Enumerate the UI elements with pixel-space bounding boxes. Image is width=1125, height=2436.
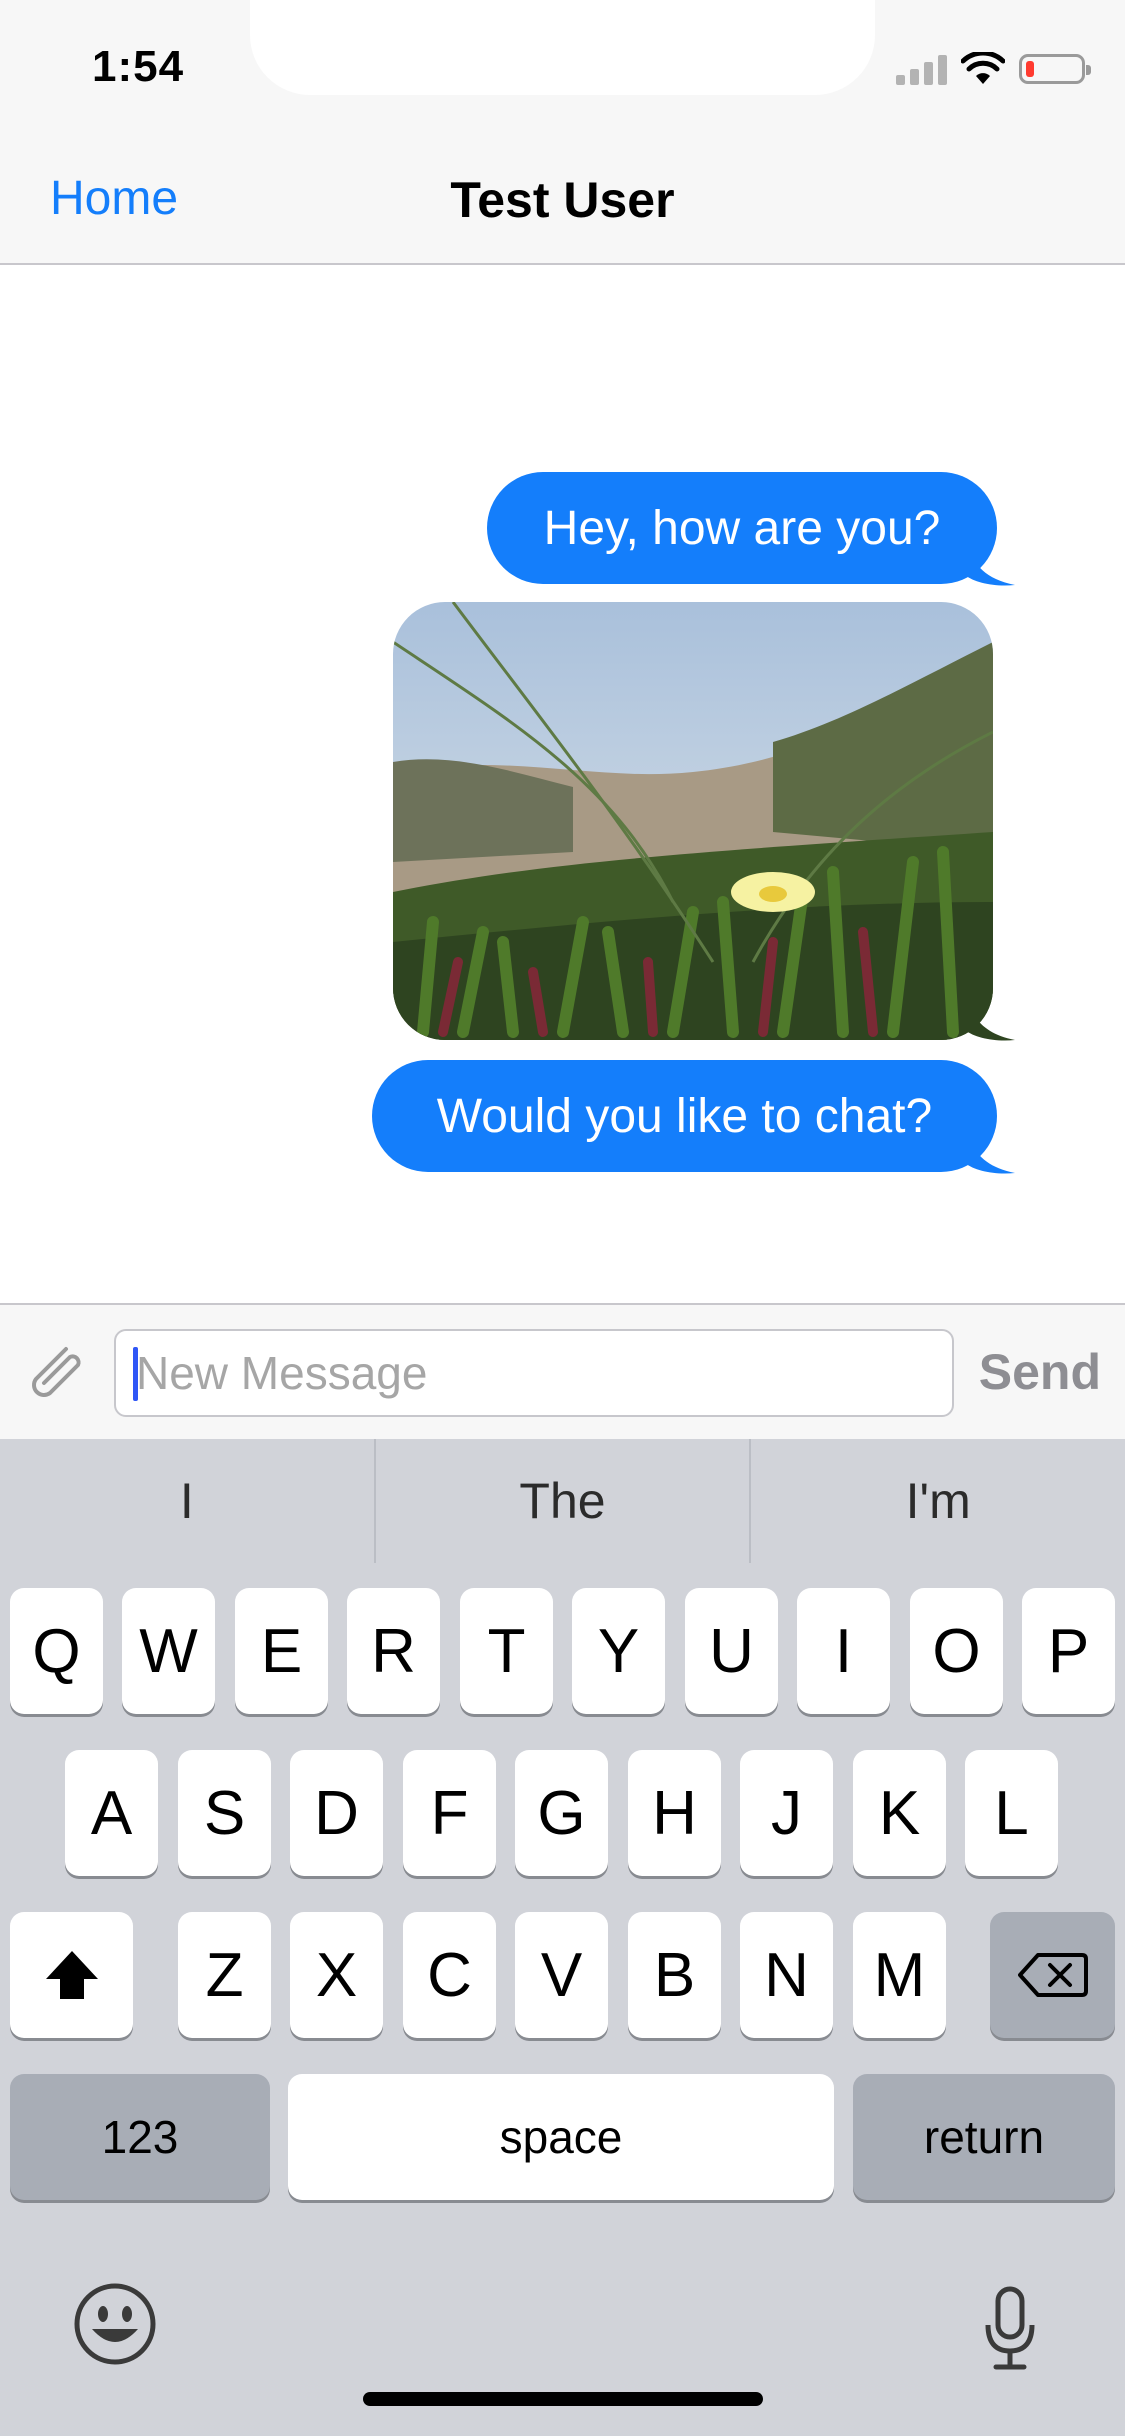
message-text: Hey, how are you? bbox=[543, 501, 941, 555]
notch bbox=[250, 0, 875, 95]
return-key[interactable]: return bbox=[853, 2074, 1115, 2200]
key-o[interactable]: O bbox=[910, 1588, 1003, 1714]
status-icons bbox=[896, 48, 1091, 90]
key-z[interactable]: Z bbox=[178, 1912, 271, 2038]
battery-low-icon bbox=[1019, 54, 1091, 84]
suggestion-item[interactable]: The bbox=[376, 1439, 750, 1563]
key-q[interactable]: Q bbox=[10, 1588, 103, 1714]
microphone-icon[interactable] bbox=[980, 2285, 1040, 2371]
suggestion-item[interactable]: I'm bbox=[751, 1439, 1125, 1563]
key-u[interactable]: U bbox=[685, 1588, 778, 1714]
bubble-tail-icon bbox=[965, 1000, 1015, 1041]
bubble-tail-icon bbox=[965, 1133, 1015, 1174]
status-time: 1:54 bbox=[92, 42, 185, 91]
space-key[interactable]: space bbox=[288, 2074, 834, 2200]
key-c[interactable]: C bbox=[403, 1912, 496, 2038]
key-p[interactable]: P bbox=[1022, 1588, 1115, 1714]
bubble-tail-icon bbox=[965, 545, 1015, 586]
shift-key[interactable] bbox=[10, 1912, 133, 2038]
message-bubble[interactable]: Would you like to chat? bbox=[372, 1060, 997, 1172]
image-message[interactable] bbox=[393, 602, 993, 1040]
delete-key[interactable] bbox=[990, 1912, 1115, 2038]
message-bubble[interactable]: Hey, how are you? bbox=[487, 472, 997, 584]
key-b[interactable]: B bbox=[628, 1912, 721, 2038]
key-d[interactable]: D bbox=[290, 1750, 383, 1876]
message-text: Would you like to chat? bbox=[436, 1089, 933, 1143]
paperclip-icon[interactable] bbox=[20, 1335, 92, 1407]
conversation-title: Test User bbox=[450, 172, 675, 228]
emoji-icon[interactable] bbox=[72, 2281, 158, 2367]
text-caret bbox=[133, 1347, 138, 1401]
battery-level bbox=[1026, 61, 1034, 77]
home-indicator[interactable] bbox=[363, 2392, 763, 2406]
key-e[interactable]: E bbox=[235, 1588, 328, 1714]
delete-backward-icon bbox=[1017, 1953, 1088, 1997]
suggestion-item[interactable]: I bbox=[0, 1439, 374, 1563]
keyboard: I The I'm Q W E R T Y U I O P A S D F G … bbox=[0, 1439, 1125, 2436]
key-i[interactable]: I bbox=[797, 1588, 890, 1714]
key-r[interactable]: R bbox=[347, 1588, 440, 1714]
key-t[interactable]: T bbox=[460, 1588, 553, 1714]
key-w[interactable]: W bbox=[122, 1588, 215, 1714]
key-n[interactable]: N bbox=[740, 1912, 833, 2038]
navigation-bar: Home Test User bbox=[0, 135, 1125, 265]
numbers-key[interactable]: 123 bbox=[10, 2074, 270, 2200]
key-s[interactable]: S bbox=[178, 1750, 271, 1876]
send-button[interactable]: Send bbox=[979, 1343, 1101, 1401]
key-a[interactable]: A bbox=[65, 1750, 158, 1876]
key-j[interactable]: J bbox=[740, 1750, 833, 1876]
key-m[interactable]: M bbox=[853, 1912, 946, 2038]
predictive-bar: I The I'm bbox=[0, 1439, 1125, 1563]
message-composer: Send bbox=[0, 1303, 1125, 1439]
key-v[interactable]: V bbox=[515, 1912, 608, 2038]
key-y[interactable]: Y bbox=[572, 1588, 665, 1714]
key-h[interactable]: H bbox=[628, 1750, 721, 1876]
key-l[interactable]: L bbox=[965, 1750, 1058, 1876]
key-f[interactable]: F bbox=[403, 1750, 496, 1876]
key-g[interactable]: G bbox=[515, 1750, 608, 1876]
cellular-signal-icon bbox=[896, 53, 947, 85]
photo-icon bbox=[393, 602, 993, 1040]
new-message-input[interactable] bbox=[114, 1329, 954, 1417]
status-bar: 1:54 bbox=[0, 0, 1125, 135]
key-area: Q W E R T Y U I O P A S D F G H J K L Z … bbox=[0, 1563, 1125, 2436]
key-k[interactable]: K bbox=[853, 1750, 946, 1876]
wifi-icon bbox=[961, 52, 1005, 84]
key-x[interactable]: X bbox=[290, 1912, 383, 2038]
shift-icon bbox=[45, 1951, 98, 1999]
